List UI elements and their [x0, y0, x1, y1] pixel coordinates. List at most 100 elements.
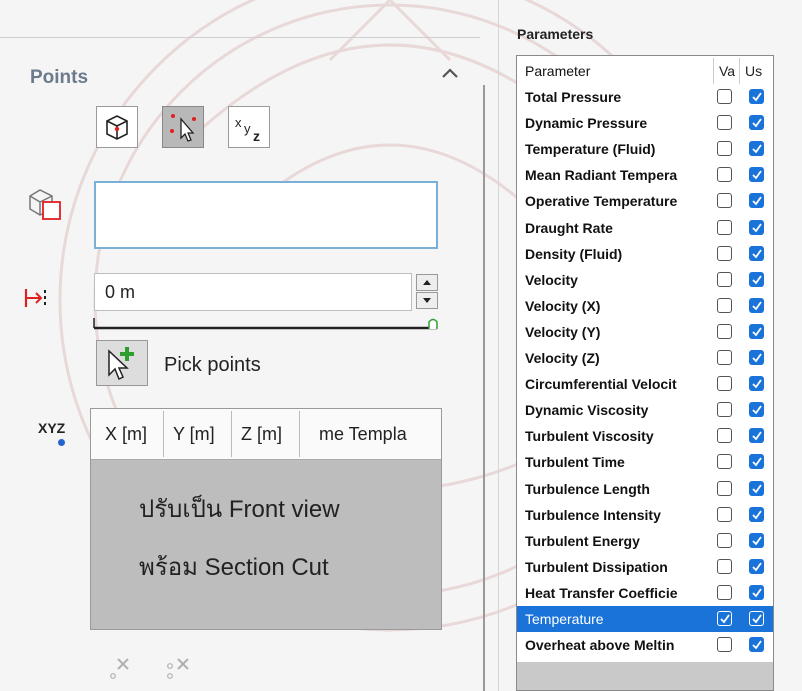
col-template[interactable]: me Templa [319, 424, 407, 445]
value-checkbox[interactable] [717, 506, 732, 522]
header-parameter[interactable]: Parameter [525, 63, 713, 79]
header-value[interactable]: Va [719, 63, 735, 79]
select-points-button[interactable] [162, 106, 204, 148]
col-y[interactable]: Y [m] [173, 424, 215, 445]
value-checkbox[interactable] [717, 558, 732, 574]
use-checkbox[interactable] [749, 271, 764, 287]
parameter-row[interactable]: Turbulent Energy [517, 528, 773, 554]
spin-down-button[interactable] [416, 292, 438, 309]
value-checkbox[interactable] [717, 167, 732, 183]
value-checkbox[interactable] [717, 428, 732, 444]
parameter-row[interactable]: Turbulent Time [517, 449, 773, 475]
offset-spinner[interactable] [416, 273, 440, 311]
parameter-row[interactable]: Heat Transfer Coefficie [517, 580, 773, 606]
parameter-name: Density (Fluid) [525, 245, 623, 262]
parameter-row[interactable]: Velocity (Y) [517, 319, 773, 345]
selection-field[interactable] [94, 181, 438, 249]
offset-icon [24, 289, 46, 307]
header-use[interactable]: Us [745, 63, 762, 79]
use-checkbox[interactable] [749, 480, 764, 496]
use-checkbox[interactable] [749, 428, 764, 444]
parameter-row[interactable]: Turbulent Dissipation [517, 554, 773, 580]
parameter-row[interactable]: Turbulent Viscosity [517, 423, 773, 449]
parameter-row[interactable]: Total Pressure [517, 84, 773, 110]
parameter-name: Dynamic Viscosity [525, 402, 649, 419]
value-checkbox[interactable] [717, 323, 732, 339]
value-checkbox[interactable] [717, 402, 732, 418]
use-checkbox[interactable] [749, 611, 764, 626]
parameter-row[interactable]: Operative Temperature [517, 188, 773, 214]
use-checkbox[interactable] [749, 506, 764, 522]
offset-input[interactable]: 0 m [94, 273, 412, 311]
chevron-up-icon[interactable] [440, 66, 460, 80]
value-checkbox[interactable] [717, 454, 732, 470]
svg-text:x: x [235, 115, 242, 130]
use-checkbox[interactable] [749, 115, 764, 131]
value-checkbox[interactable] [717, 193, 732, 209]
use-checkbox[interactable] [749, 89, 764, 104]
value-checkbox[interactable] [717, 480, 732, 496]
use-checkbox[interactable] [749, 323, 764, 339]
parameter-row[interactable]: Mean Radiant Tempera [517, 162, 773, 188]
value-checkbox[interactable] [717, 376, 732, 392]
parameter-row[interactable]: Turbulence Length [517, 476, 773, 502]
parameter-row[interactable]: Temperature (Fluid) [517, 136, 773, 162]
value-checkbox[interactable] [717, 350, 732, 365]
value-checkbox[interactable] [717, 611, 732, 626]
divider [0, 37, 480, 38]
value-checkbox[interactable] [717, 297, 732, 313]
clear-points-icon[interactable] [164, 654, 194, 682]
parameter-row[interactable]: Velocity (Z) [517, 345, 773, 371]
parameter-row[interactable]: Draught Rate [517, 215, 773, 241]
parameter-row[interactable]: Circumferential Velocit [517, 371, 773, 397]
value-checkbox[interactable] [717, 637, 732, 653]
use-checkbox[interactable] [749, 558, 764, 574]
parameter-row[interactable]: Dynamic Pressure [517, 110, 773, 136]
col-x[interactable]: X [m] [105, 424, 147, 445]
parameter-row[interactable]: Overheat above Meltin [517, 632, 773, 658]
parameter-row[interactable]: Turbulence Intensity [517, 502, 773, 528]
offset-value: 0 m [105, 282, 136, 302]
parameter-row[interactable]: Velocity [517, 267, 773, 293]
parameter-name: Circumferential Velocit [525, 376, 677, 393]
remove-point-icon[interactable] [108, 654, 138, 682]
parameter-row[interactable]: Temperature [517, 606, 773, 632]
parameter-row[interactable]: Density (Fluid) [517, 241, 773, 267]
use-checkbox[interactable] [749, 297, 764, 313]
value-checkbox[interactable] [717, 141, 732, 157]
pick-points-label: Pick points [164, 354, 261, 376]
use-checkbox[interactable] [749, 584, 764, 600]
use-checkbox[interactable] [749, 245, 764, 261]
enter-coordinates-button[interactable]: x y z [228, 106, 270, 148]
list-header: Parameter Va Us [517, 58, 773, 84]
points-table[interactable]: X [m] Y [m] Z [m] me Templa ปรับเป็น Fro… [90, 408, 442, 630]
xyz-icon: XYZ [38, 420, 66, 436]
value-checkbox[interactable] [717, 271, 732, 287]
use-checkbox[interactable] [749, 193, 764, 209]
use-checkbox[interactable] [749, 350, 764, 365]
use-checkbox[interactable] [749, 167, 764, 183]
value-checkbox[interactable] [717, 532, 732, 548]
value-checkbox[interactable] [717, 89, 732, 104]
use-checkbox[interactable] [749, 532, 764, 548]
panel-border [483, 85, 485, 691]
value-checkbox[interactable] [717, 115, 732, 131]
value-checkbox[interactable] [717, 584, 732, 600]
use-checkbox[interactable] [749, 376, 764, 392]
parameters-list[interactable]: Parameter Va Us Total Pressure Dynamic Pr… [516, 55, 774, 691]
use-checkbox[interactable] [749, 402, 764, 418]
select-by-body-button[interactable] [96, 106, 138, 148]
col-z[interactable]: Z [m] [241, 424, 282, 445]
offset-slider[interactable] [92, 316, 442, 332]
spin-up-button[interactable] [416, 274, 438, 291]
use-checkbox[interactable] [749, 141, 764, 157]
value-checkbox[interactable] [717, 245, 732, 261]
parameter-row[interactable]: Velocity (X) [517, 293, 773, 319]
pick-cursor-plus-icon [108, 347, 134, 381]
use-checkbox[interactable] [749, 454, 764, 470]
pick-points-button[interactable] [96, 340, 148, 386]
use-checkbox[interactable] [749, 637, 764, 653]
value-checkbox[interactable] [717, 219, 732, 235]
parameter-row[interactable]: Dynamic Viscosity [517, 397, 773, 423]
use-checkbox[interactable] [749, 219, 764, 235]
